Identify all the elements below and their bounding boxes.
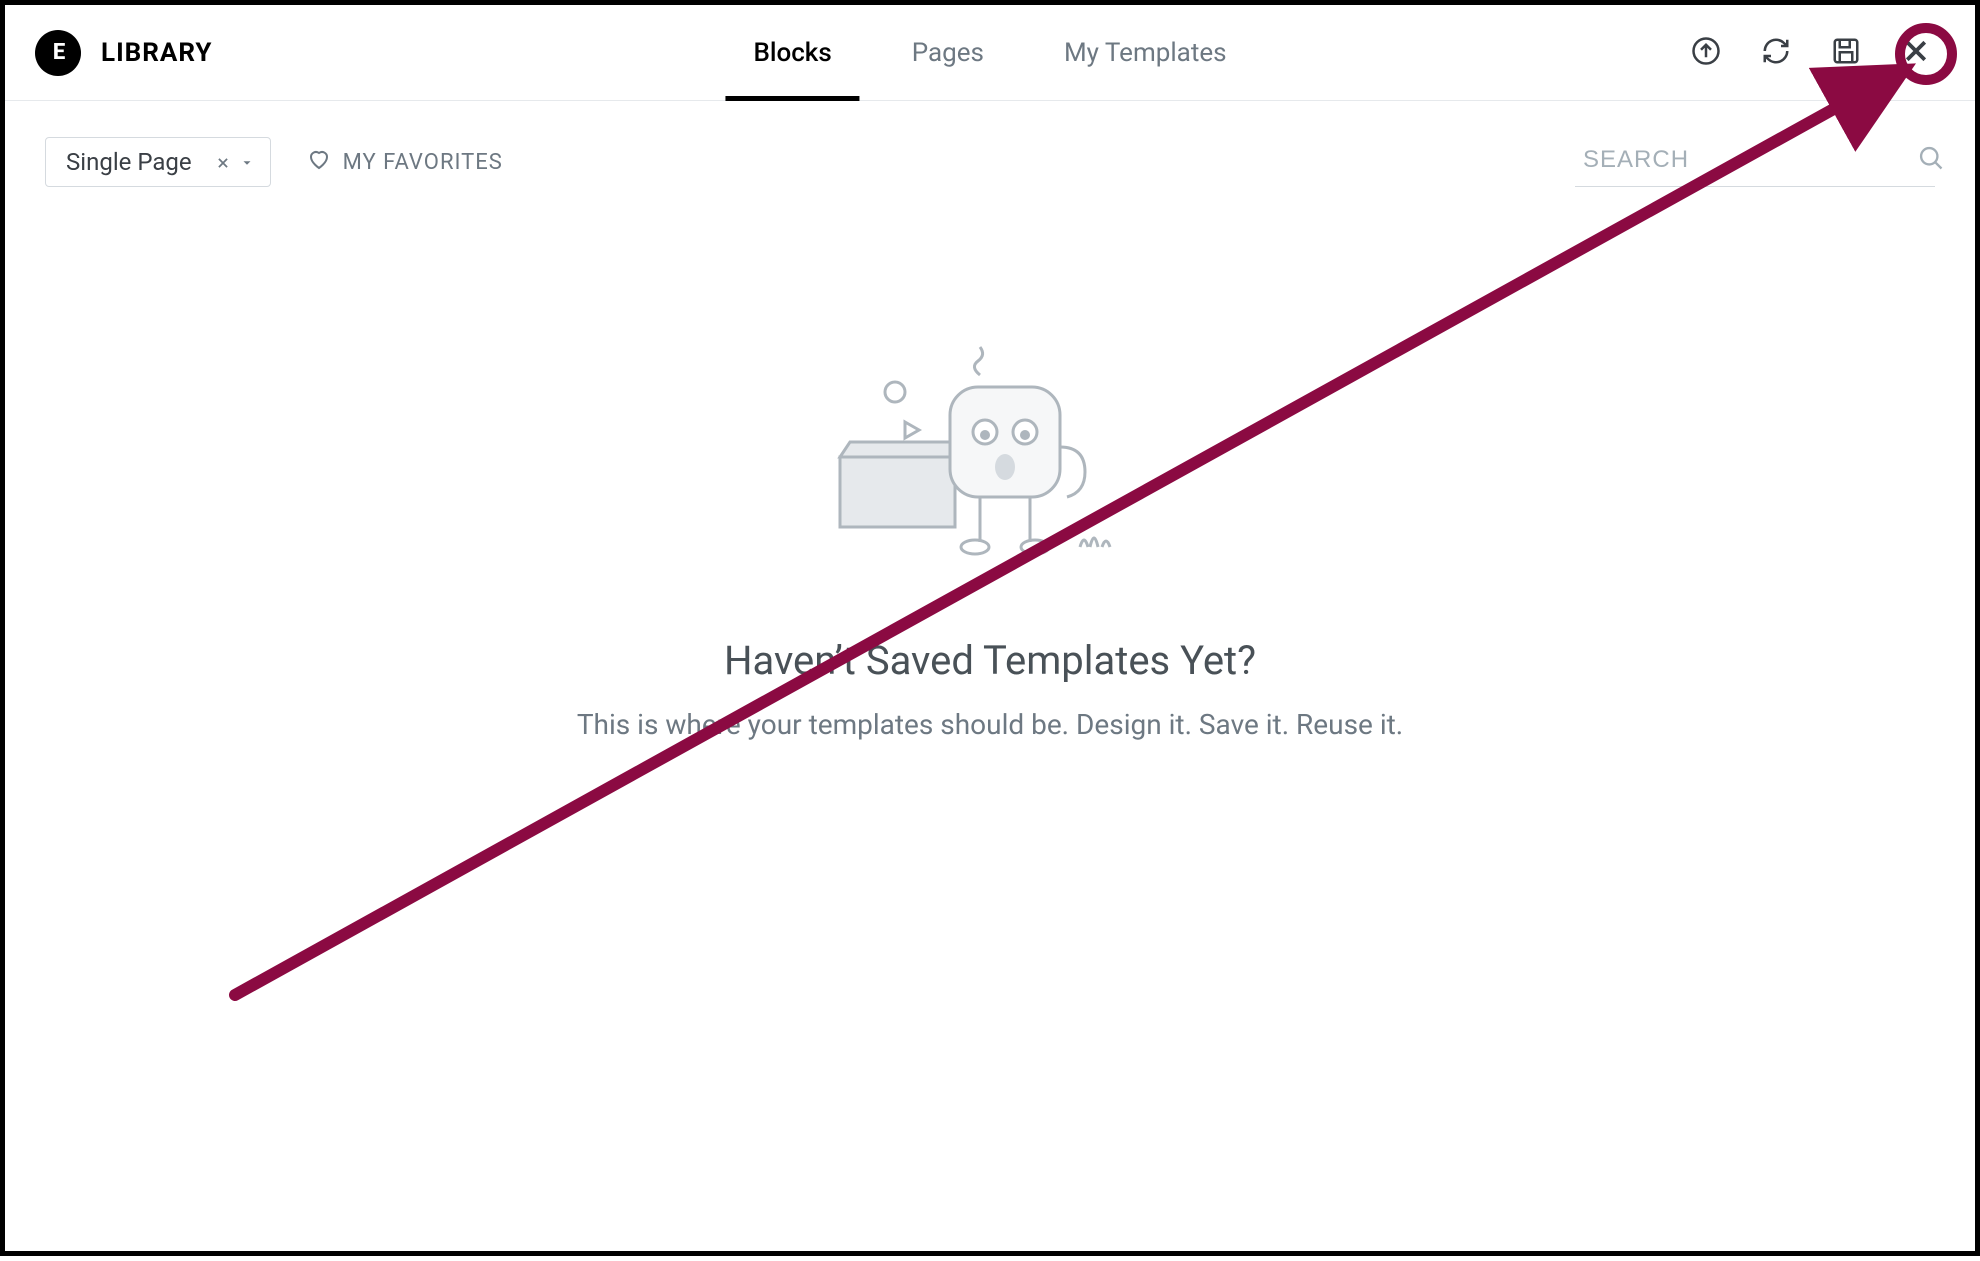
my-favorites-button[interactable]: MY FAVORITES (307, 147, 503, 177)
tab-my-templates[interactable]: My Templates (1064, 5, 1227, 100)
elementor-logo-icon: E (35, 30, 81, 76)
close-icon (1901, 36, 1931, 70)
save-icon (1831, 36, 1861, 70)
content-area: Haven’t Saved Templates Yet? This is whe… (5, 207, 1975, 1251)
filter-chip-controls (216, 148, 254, 176)
sync-icon (1761, 36, 1791, 70)
library-modal: E LIBRARY Blocks Pages My Templates (0, 0, 1980, 1256)
filter-chip-label: Single Page (66, 148, 192, 176)
tab-pages[interactable]: Pages (912, 5, 984, 100)
tab-label: My Templates (1064, 38, 1227, 68)
chevron-down-icon[interactable] (240, 148, 254, 176)
sync-button[interactable] (1759, 36, 1793, 70)
empty-state-illustration (810, 327, 1170, 597)
close-button[interactable] (1899, 36, 1933, 70)
tab-label: Pages (912, 38, 984, 68)
search-field[interactable] (1575, 138, 1935, 187)
clear-filter-icon[interactable] (216, 148, 230, 176)
toolbar: Single Page MY FAVORITES (5, 101, 1975, 207)
library-title: LIBRARY (101, 38, 213, 68)
empty-state-subtitle: This is where your templates should be. … (577, 708, 1403, 741)
favorites-label: MY FAVORITES (343, 150, 503, 175)
header-tabs: Blocks Pages My Templates (753, 5, 1226, 100)
upload-button[interactable] (1689, 36, 1723, 70)
search-icon (1917, 144, 1945, 176)
tab-label: Blocks (753, 38, 831, 68)
tab-blocks[interactable]: Blocks (753, 5, 831, 100)
brand: E LIBRARY (5, 30, 213, 76)
modal-header: E LIBRARY Blocks Pages My Templates (5, 5, 1975, 101)
logo-letter: E (53, 40, 63, 65)
empty-state-title: Haven’t Saved Templates Yet? (724, 637, 1256, 684)
heart-icon (307, 147, 331, 177)
filter-chip-single-page[interactable]: Single Page (45, 137, 271, 187)
upload-icon (1691, 36, 1721, 70)
search-input[interactable] (1583, 146, 1893, 174)
header-actions (1689, 36, 1975, 70)
save-button[interactable] (1829, 36, 1863, 70)
